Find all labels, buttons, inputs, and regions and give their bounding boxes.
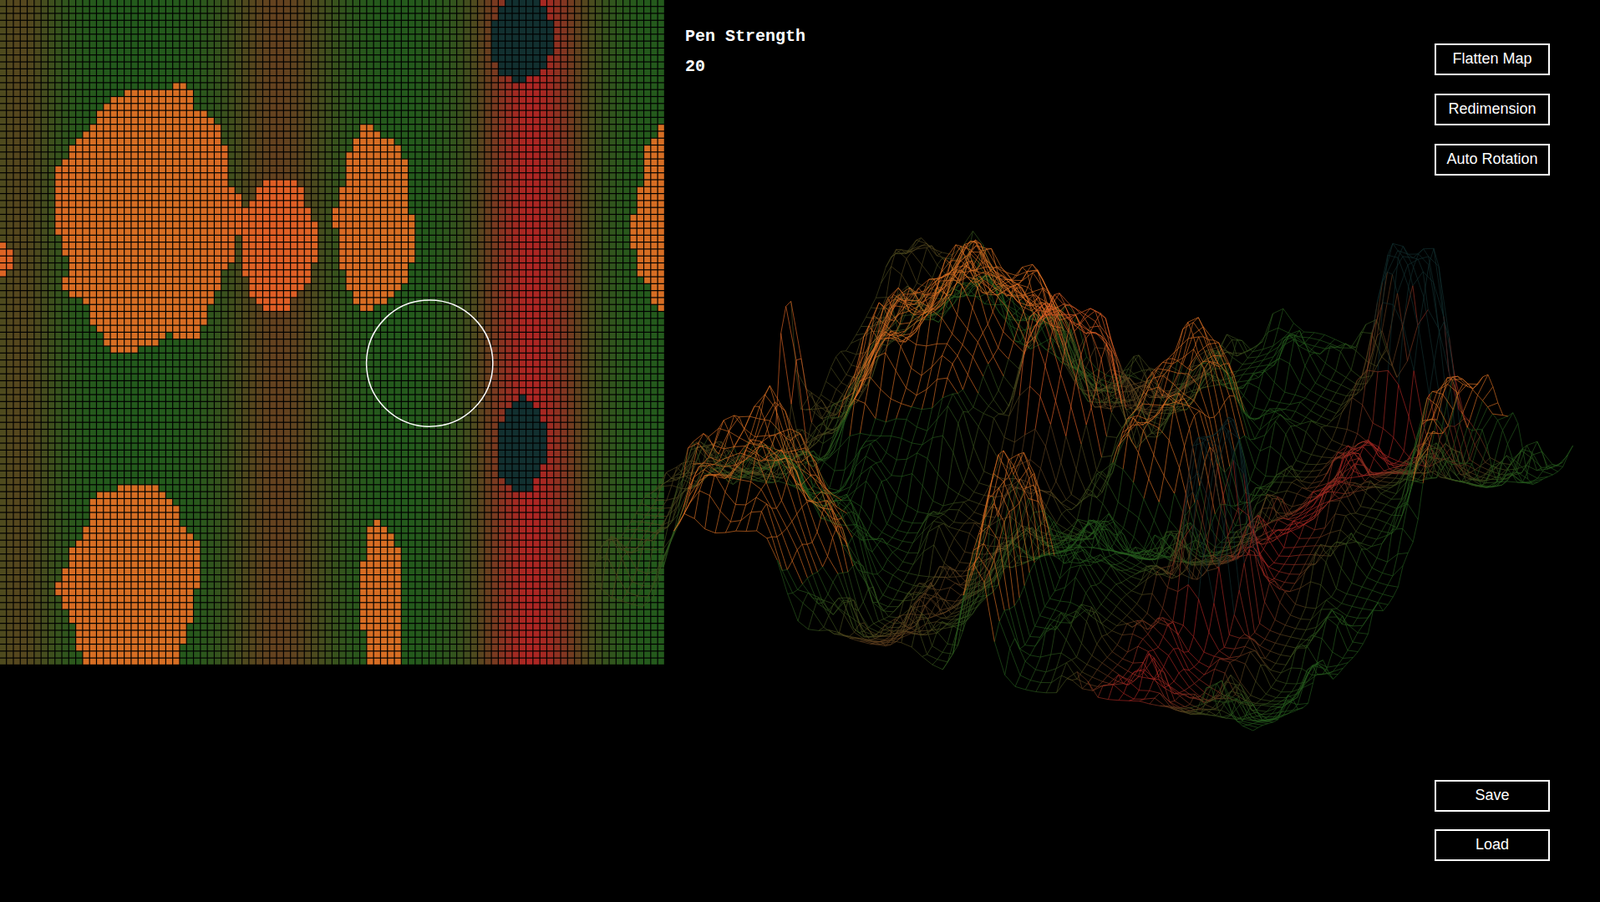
app: Pen Strength 20Flatten Map Redimension Auto…: [0, 0, 1600, 902]
toolbar-button[interactable]: Redimension: [1434, 93, 1550, 126]
button-column: Flatten Map Redimension Auto Rotation Save L…: [1434, 0, 1550, 902]
view-buttons: Flatten Map Redimension Auto Rotation: [1434, 43, 1550, 176]
brush-cursor: [0, 0, 666, 666]
toolbar-button[interactable]: Load: [1434, 828, 1550, 861]
toolbar-button[interactable]: Flatten Map: [1434, 43, 1550, 76]
toolbar-button[interactable]: Auto Rotation: [1434, 143, 1550, 176]
height-map-grid[interactable]: [0, 0, 666, 666]
toolbar-button[interactable]: Save: [1434, 779, 1550, 812]
pen-strength-label: Pen Strength: [685, 26, 1435, 47]
file-buttons: Save Load: [1434, 779, 1550, 861]
terrain-3d-view[interactable]: [0, 0, 1600, 902]
height-map-canvas[interactable]: [0, 0, 666, 666]
pen-panel: Pen Strength 20: [665, 0, 1435, 902]
pen-strength-value: 20: [685, 56, 1435, 77]
